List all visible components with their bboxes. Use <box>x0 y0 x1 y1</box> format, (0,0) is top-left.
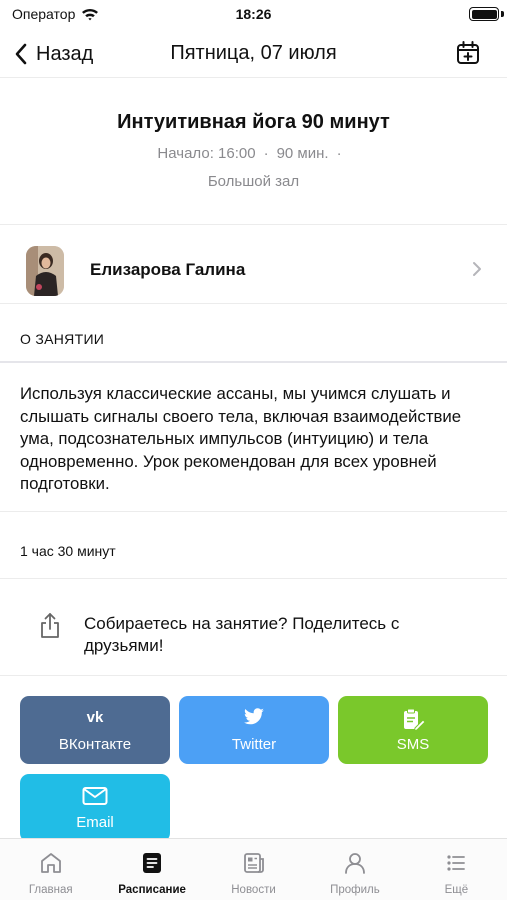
share-sms-label: SMS <box>396 736 430 753</box>
class-room: Большой зал <box>207 173 300 190</box>
share-email-label: Email <box>76 814 114 831</box>
battery-tip <box>501 11 504 17</box>
news-icon <box>243 853 264 873</box>
svg-text:vk: vk <box>87 709 104 724</box>
calendar-add-icon[interactable] <box>455 40 481 66</box>
tab-home[interactable]: Главная <box>0 839 101 900</box>
class-meta: Начало: 16:00 · 90 мин. · <box>0 145 507 162</box>
share-prompt-row: Собираетесь на занятие? Поделитесь с дру… <box>0 580 507 676</box>
tab-profile[interactable]: Профиль <box>304 839 405 900</box>
navigation-bar: Назад Пятница, 07 июля <box>0 30 507 78</box>
tab-schedule-label: Расписание <box>118 884 186 896</box>
share-icon <box>41 613 59 638</box>
share-twitter-button[interactable]: Twitter <box>179 696 329 764</box>
class-description: Используя классические ассаны, мы учимся… <box>0 364 507 512</box>
vk-icon: vk <box>87 709 104 724</box>
tab-schedule[interactable]: Расписание <box>101 839 202 900</box>
about-header-label: О ЗАНЯТИИ <box>20 331 105 347</box>
back-button[interactable]: Назад <box>14 38 93 70</box>
share-email-button[interactable]: Email <box>20 774 170 842</box>
twitter-icon <box>244 708 264 725</box>
share-vk-button[interactable]: vk ВКонтакте <box>20 696 170 764</box>
class-header: Интуитивная йога 90 минут Начало: 16:00 ·… <box>0 79 507 225</box>
share-vk-label: ВКонтакте <box>58 736 132 753</box>
share-prompt-text: Собираетесь на занятие? Поделитесь с дру… <box>84 614 400 655</box>
status-bar: Оператор 18:26 <box>0 0 507 30</box>
sms-icon <box>404 708 425 732</box>
tab-news-label: Новости <box>231 884 276 896</box>
duration-label: 1 час 30 минут <box>20 543 116 559</box>
chevron-left-icon <box>15 43 27 65</box>
meta-separator: · <box>336 145 342 162</box>
tab-news[interactable]: Новости <box>203 839 304 900</box>
back-label: Назад <box>36 42 94 65</box>
trainer-avatar <box>26 246 64 296</box>
profile-icon <box>345 853 365 874</box>
tab-profile-label: Профиль <box>330 884 380 896</box>
tab-bar: Главная Расписание Новости Профиль Ещё <box>0 838 507 900</box>
chevron-right-icon <box>473 262 481 276</box>
email-icon <box>82 787 108 805</box>
trainer-row[interactable]: Елизарова Галина <box>0 226 507 304</box>
more-icon <box>447 855 466 871</box>
class-title: Интуитивная йога 90 минут <box>117 111 390 133</box>
share-twitter-label: Twitter <box>231 736 277 753</box>
home-icon <box>40 853 61 873</box>
class-start-time: Начало: 16:00 <box>157 145 256 162</box>
status-time: 18:26 <box>235 6 272 22</box>
share-sms-button[interactable]: SMS <box>338 696 488 764</box>
tab-home-label: Главная <box>28 884 73 896</box>
trainer-name: Елизарова Галина <box>90 260 246 279</box>
meta-separator: · <box>263 145 269 162</box>
battery-icon <box>469 7 499 21</box>
tab-more[interactable]: Ещё <box>406 839 507 900</box>
schedule-icon <box>143 853 162 873</box>
tab-more-label: Ещё <box>444 884 469 896</box>
about-section-header: О ЗАНЯТИИ <box>0 305 507 363</box>
duration-row: 1 час 30 минут <box>0 513 507 579</box>
class-length: 90 мин. <box>276 145 329 162</box>
